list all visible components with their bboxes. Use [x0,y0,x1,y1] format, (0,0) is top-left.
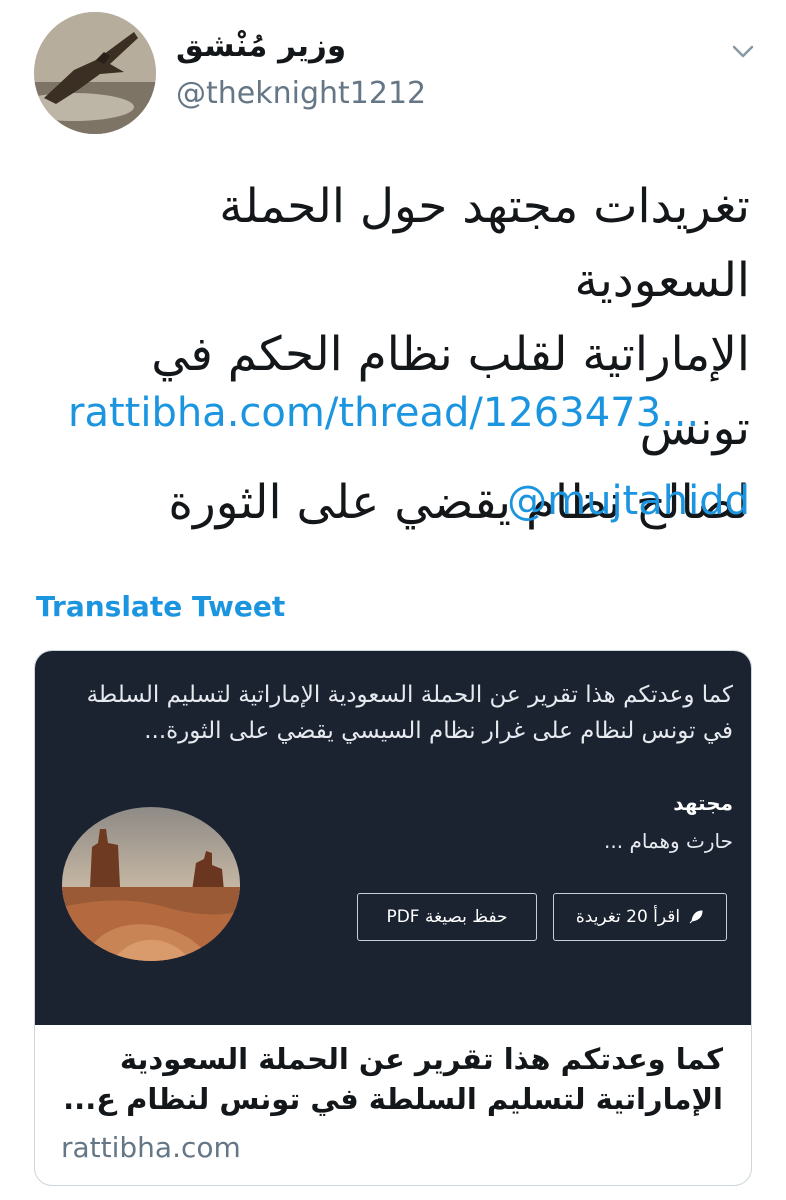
card-quote: كما وعدتكم هذا تقرير عن الحملة السعودية … [57,677,733,749]
card-quote-line: كما وعدتكم هذا تقرير عن الحملة السعودية … [86,682,733,708]
translate-tweet-link[interactable]: Translate Tweet [36,590,285,623]
card-media: كما وعدتكم هذا تقرير عن الحملة السعودية … [35,651,751,1025]
avatar[interactable] [34,12,156,134]
tweet-text-line: تغريدات مجتهد حول الحملة السعودية [219,179,750,308]
falcon-image [34,12,156,134]
link-preview-card[interactable]: كما وعدتكم هذا تقرير عن الحملة السعودية … [34,650,752,1186]
card-title-line: كما وعدتكم هذا تقرير عن الحملة السعودية [119,1042,723,1076]
card-title-line: الإماراتية لتسليم السلطة في تونس لنظام ع… [63,1082,723,1116]
read-thread-label: اقرأ 20 تغريدة [575,907,681,927]
card-author-subtitle: حارث وهمام ... [604,829,733,853]
save-pdf-label: حفظ بصيغة PDF [386,907,508,927]
save-pdf-button[interactable]: حفظ بصيغة PDF [357,893,537,941]
display-name[interactable]: وزير مُنْشق [176,28,346,64]
card-domain: rattibha.com [61,1131,241,1164]
card-title: كما وعدتكم هذا تقرير عن الحملة السعودية … [63,1039,723,1119]
mention-link[interactable]: @mujtahidd [507,478,750,524]
tweet-header: وزير مُنْشق @theknight1212 [0,0,786,140]
chevron-down-icon[interactable] [728,36,758,66]
card-quote-line: في تونس لنظام على غرار نظام السيسي يقضي … [144,718,733,744]
user-handle[interactable]: @theknight1212 [176,76,426,111]
desert-landscape-image [62,807,240,961]
thread-link[interactable]: rattibha.com/thread/1263473... [68,390,699,436]
read-thread-button[interactable]: اقرأ 20 تغريدة [553,893,727,941]
card-body: كما وعدتكم هذا تقرير عن الحملة السعودية … [35,1025,751,1185]
feather-icon [689,910,703,924]
card-author-name: مجتهد [673,791,733,815]
